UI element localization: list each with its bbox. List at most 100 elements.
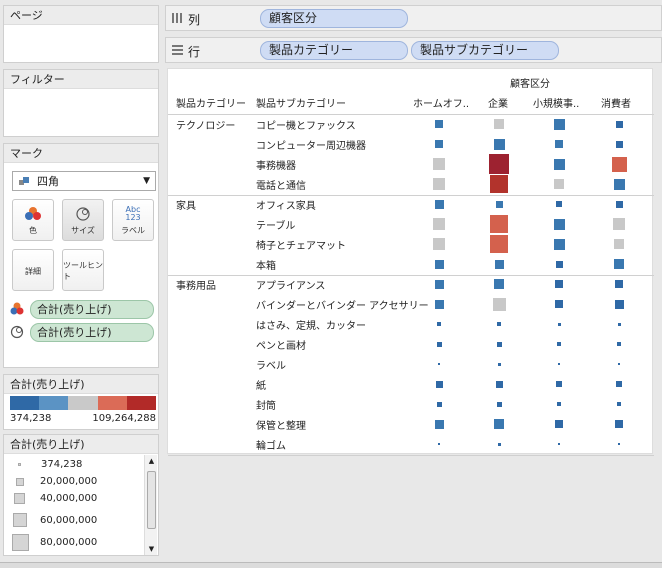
square-mark[interactable] — [615, 120, 623, 128]
square-mark[interactable] — [615, 200, 623, 208]
columns-shelf[interactable]: 列 顧客区分 — [165, 5, 662, 31]
square-mark[interactable] — [555, 260, 563, 268]
subcategory-header[interactable]: バインダーとバインダー アクセサリー — [256, 297, 429, 312]
square-mark[interactable] — [496, 401, 502, 407]
product-subcategory-pill[interactable]: 製品サブカテゴリー — [411, 41, 559, 60]
square-mark[interactable] — [436, 341, 442, 347]
square-mark[interactable] — [434, 199, 444, 209]
square-mark[interactable] — [556, 201, 562, 207]
subcategory-header[interactable]: 椅子とチェアマット — [256, 237, 346, 252]
square-mark[interactable] — [494, 279, 504, 289]
square-mark[interactable] — [438, 363, 440, 365]
scroll-up-icon[interactable]: ▲ — [145, 455, 158, 467]
square-mark[interactable] — [555, 420, 563, 428]
square-mark[interactable] — [557, 402, 561, 406]
square-mark[interactable] — [495, 380, 503, 388]
square-mark[interactable] — [495, 200, 503, 208]
subcategory-header[interactable]: コピー機とファックス — [256, 117, 356, 132]
square-mark[interactable] — [493, 138, 505, 150]
square-mark[interactable] — [614, 259, 624, 269]
square-mark[interactable] — [617, 322, 621, 326]
square-mark[interactable] — [492, 297, 506, 311]
subcategory-header[interactable]: 事務機器 — [256, 157, 296, 172]
square-mark[interactable] — [497, 322, 501, 326]
square-mark[interactable] — [434, 299, 444, 309]
subcategory-header[interactable]: 本箱 — [256, 257, 276, 272]
subcategory-header[interactable]: ラベル — [256, 357, 286, 372]
square-mark[interactable] — [617, 342, 621, 346]
square-mark[interactable] — [494, 259, 504, 269]
square-mark[interactable] — [436, 401, 442, 407]
square-mark[interactable] — [497, 442, 501, 446]
scroll-down-icon[interactable]: ▼ — [145, 543, 158, 555]
pages-card[interactable]: ページ — [3, 5, 159, 63]
column-header[interactable]: ホームオフ.. — [413, 95, 469, 110]
category-header[interactable]: テクノロジー — [176, 117, 235, 132]
square-mark[interactable] — [553, 158, 565, 170]
square-mark[interactable] — [435, 120, 443, 128]
square-mark[interactable] — [437, 322, 441, 326]
square-mark[interactable] — [553, 218, 565, 230]
subcategory-header[interactable]: 保管と整理 — [256, 417, 306, 432]
product-category-pill[interactable]: 製品カテゴリー — [260, 41, 408, 60]
filters-card[interactable]: フィルター — [3, 69, 159, 137]
subcategory-header[interactable]: テーブル — [256, 217, 295, 232]
square-mark[interactable] — [435, 140, 443, 148]
subcategory-header[interactable]: 輪ゴム — [256, 437, 286, 452]
mark-type-dropdown[interactable]: 四角 ▼ — [12, 171, 156, 191]
tooltip-button[interactable]: ツールヒント — [62, 249, 104, 291]
size-button[interactable]: サイズ — [62, 199, 104, 241]
scroll-thumb[interactable] — [147, 471, 156, 529]
square-mark[interactable] — [615, 140, 623, 148]
square-mark[interactable] — [494, 119, 504, 129]
viz-view[interactable]: 顧客区分 製品カテゴリー 製品サブカテゴリー ホームオフ.. 企業 小規模事.. 消費… — [167, 68, 654, 456]
category-header[interactable]: 事務用品 — [176, 277, 216, 292]
square-mark[interactable] — [434, 419, 444, 429]
square-mark[interactable] — [433, 218, 445, 230]
size-legend-scrollbar[interactable]: ▲ ▼ — [144, 455, 157, 555]
subcategory-header[interactable]: 封筒 — [256, 397, 276, 412]
square-mark[interactable] — [557, 342, 561, 346]
square-mark[interactable] — [434, 279, 444, 289]
color-button[interactable]: 色 — [12, 199, 54, 241]
square-mark[interactable] — [494, 419, 504, 429]
label-button[interactable]: Abc 123 ラベル — [112, 199, 154, 241]
square-mark[interactable] — [555, 140, 563, 148]
square-mark[interactable] — [556, 381, 562, 387]
square-mark[interactable] — [553, 238, 565, 250]
customer-segment-pill[interactable]: 顧客区分 — [260, 9, 408, 28]
subcategory-header[interactable]: アプライアンス — [256, 277, 325, 292]
size-field-pill[interactable]: 合計(売り上げ) — [30, 323, 154, 342]
square-mark[interactable] — [433, 178, 445, 190]
rows-shelf[interactable]: 行 製品カテゴリー 製品サブカテゴリー — [165, 37, 662, 63]
square-mark[interactable] — [615, 280, 623, 288]
square-mark[interactable] — [558, 443, 560, 445]
square-mark[interactable] — [490, 235, 508, 253]
square-mark[interactable] — [558, 363, 560, 365]
square-mark[interactable] — [490, 215, 508, 233]
row-field-header-subcategory[interactable]: 製品サブカテゴリー — [256, 95, 346, 110]
square-mark[interactable] — [553, 118, 565, 130]
sheet-tab-bar[interactable] — [0, 562, 662, 568]
square-mark[interactable] — [555, 300, 563, 308]
detail-button[interactable]: 詳細 — [12, 249, 54, 291]
square-mark[interactable] — [489, 154, 509, 174]
square-mark[interactable] — [497, 362, 501, 366]
square-mark[interactable] — [617, 402, 621, 406]
column-header[interactable]: 小規模事.. — [533, 95, 579, 110]
square-mark[interactable] — [614, 239, 624, 249]
subcategory-header[interactable]: ペンと画材 — [256, 337, 306, 352]
column-header[interactable]: 消費者 — [601, 95, 631, 110]
square-mark[interactable] — [614, 299, 624, 309]
category-header[interactable]: 家具 — [176, 197, 196, 212]
color-field-pill[interactable]: 合計(売り上げ) — [30, 300, 154, 319]
subcategory-header[interactable]: コンピューター周辺機器 — [256, 137, 366, 152]
square-mark[interactable] — [433, 158, 445, 170]
subcategory-header[interactable]: 紙 — [256, 377, 266, 392]
square-mark[interactable] — [618, 443, 620, 445]
square-mark[interactable] — [616, 381, 622, 387]
subcategory-header[interactable]: オフィス家具 — [256, 197, 316, 212]
square-mark[interactable] — [615, 420, 623, 428]
square-mark[interactable] — [613, 218, 625, 230]
column-header[interactable]: 企業 — [488, 95, 508, 110]
